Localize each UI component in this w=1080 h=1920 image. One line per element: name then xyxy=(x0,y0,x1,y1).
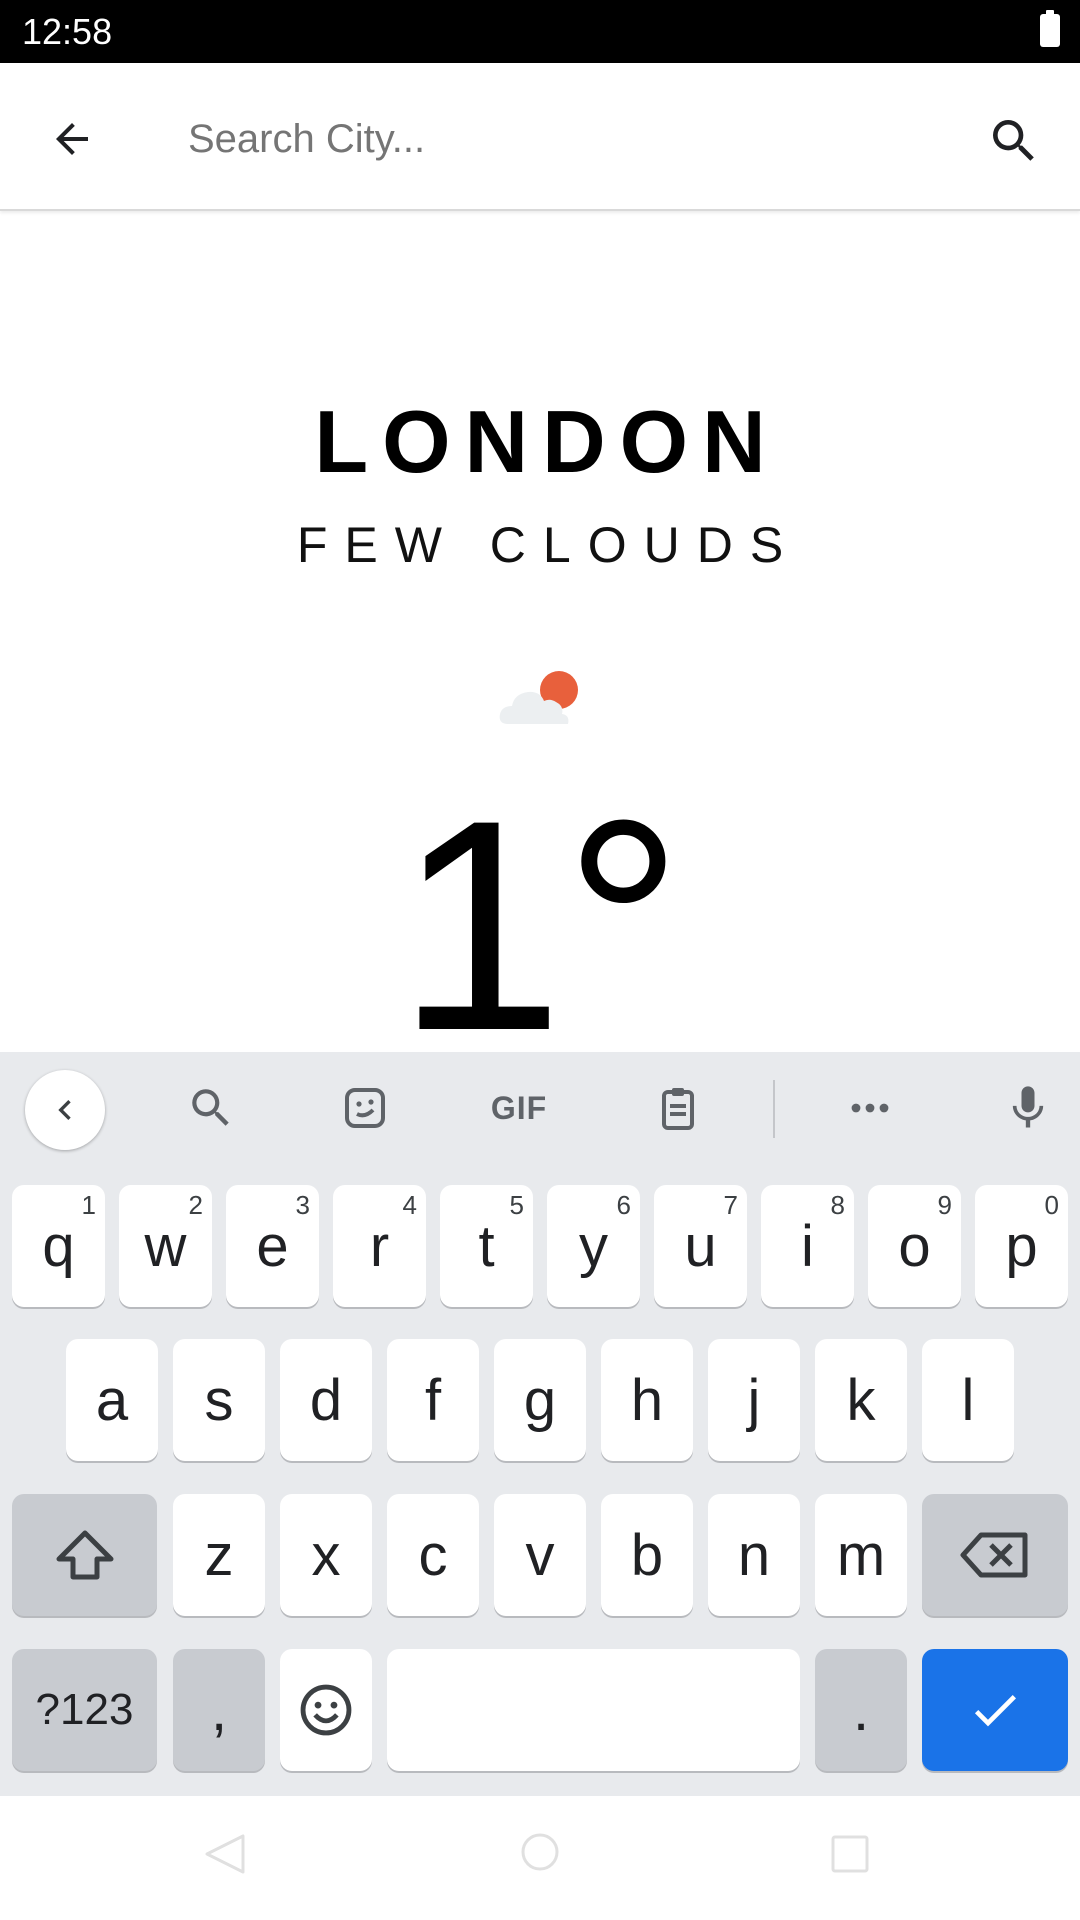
keyboard: GIF q1 w2 e3 r4 t5 y6 u7 i 8 o 9 p 0 a s… xyxy=(0,1052,1080,1796)
shift-icon xyxy=(56,1530,113,1580)
backspace-key[interactable] xyxy=(922,1494,1068,1616)
emoji-key[interactable] xyxy=(280,1649,372,1771)
battery-icon xyxy=(1040,10,1060,47)
key-l[interactable]: l xyxy=(922,1339,1014,1461)
key-a[interactable]: a xyxy=(66,1339,158,1461)
comma-key[interactable]: , xyxy=(173,1649,265,1771)
key-label: u xyxy=(684,1213,717,1279)
gif-icon: GIF xyxy=(490,1089,548,1126)
key-v[interactable]: v xyxy=(494,1494,586,1616)
search-city-input[interactable] xyxy=(188,107,948,171)
nav-recents-icon[interactable] xyxy=(830,1834,870,1874)
key-p[interactable]: p0 xyxy=(975,1185,1068,1307)
nav-home-icon[interactable] xyxy=(520,1832,560,1872)
temperature: 1° xyxy=(396,757,684,1093)
search-icon xyxy=(192,1089,229,1126)
key-hint: 4 xyxy=(402,1190,417,1220)
key-t[interactable]: t5 xyxy=(440,1185,533,1307)
toolbar-collapse-button[interactable] xyxy=(25,1070,105,1150)
nav-back-icon[interactable] xyxy=(205,1834,245,1874)
key-label: p xyxy=(1005,1213,1038,1279)
key-n[interactable]: n xyxy=(708,1494,800,1616)
toolbar-divider xyxy=(773,1080,775,1138)
done-key[interactable] xyxy=(922,1649,1068,1771)
key-hint: 3 xyxy=(295,1190,310,1220)
key-f[interactable]: f xyxy=(387,1339,479,1461)
sticker-button[interactable] xyxy=(330,1080,400,1136)
key-hint: 0 xyxy=(1044,1190,1059,1220)
key-hint: 8 xyxy=(830,1190,845,1220)
key-label: y xyxy=(579,1213,608,1279)
key-i[interactable]: i8 xyxy=(761,1185,854,1307)
period-key[interactable]: . xyxy=(815,1649,907,1771)
key-label: o xyxy=(898,1213,931,1279)
key-g[interactable]: g xyxy=(494,1339,586,1461)
clipboard-button[interactable] xyxy=(643,1080,713,1136)
key-hint: 7 xyxy=(723,1190,738,1220)
key-s[interactable]: s xyxy=(173,1339,265,1461)
status-bar: 12:58 xyxy=(0,0,1080,63)
keyboard-search-button[interactable] xyxy=(176,1080,246,1136)
checkmark-icon xyxy=(974,1695,1016,1727)
arrow-back-icon xyxy=(56,123,88,155)
key-label: w xyxy=(144,1213,187,1279)
chevron-left-icon xyxy=(58,1100,71,1120)
clipboard-icon xyxy=(662,1088,694,1130)
key-q[interactable]: q1 xyxy=(12,1185,105,1307)
key-label: r xyxy=(369,1213,390,1279)
navigation-bar xyxy=(0,1796,1080,1920)
space-key[interactable] xyxy=(387,1649,800,1771)
emoji-icon xyxy=(300,1684,352,1736)
key-o[interactable]: o9 xyxy=(868,1185,961,1307)
key-e[interactable]: e3 xyxy=(226,1185,319,1307)
search-app-bar xyxy=(0,63,1080,211)
city-name: LONDON xyxy=(314,392,780,491)
key-label: q xyxy=(42,1213,75,1279)
mic-icon xyxy=(1012,1086,1044,1128)
search-button[interactable] xyxy=(978,105,1050,177)
more-button[interactable] xyxy=(835,1080,905,1136)
status-time: 12:58 xyxy=(22,11,113,52)
key-x[interactable]: x xyxy=(280,1494,372,1616)
backspace-icon xyxy=(960,1532,1028,1578)
back-button[interactable] xyxy=(40,107,104,171)
more-icon xyxy=(851,1103,889,1113)
key-d[interactable]: d xyxy=(280,1339,372,1461)
key-z[interactable]: z xyxy=(173,1494,265,1616)
key-label: i xyxy=(801,1213,814,1279)
key-w[interactable]: w2 xyxy=(119,1185,212,1307)
key-hint: 6 xyxy=(616,1190,631,1220)
key-m[interactable]: m xyxy=(815,1494,907,1616)
keyboard-toolbar: GIF xyxy=(0,1052,1080,1167)
key-u[interactable]: u7 xyxy=(654,1185,747,1307)
few-clouds-day-icon xyxy=(499,671,578,724)
key-b[interactable]: b xyxy=(601,1494,693,1616)
search-icon xyxy=(993,120,1034,161)
key-y[interactable]: y6 xyxy=(547,1185,640,1307)
key-k[interactable]: k xyxy=(815,1339,907,1461)
key-hint: 9 xyxy=(937,1190,952,1220)
weather-condition: FEW CLOUDS xyxy=(296,517,801,573)
sticker-icon xyxy=(345,1088,385,1128)
key-hint: 1 xyxy=(81,1190,96,1220)
key-label: t xyxy=(478,1213,495,1279)
key-hint: 2 xyxy=(188,1190,203,1220)
symbols-key[interactable]: ?123 xyxy=(12,1649,157,1771)
key-h[interactable]: h xyxy=(601,1339,693,1461)
key-c[interactable]: c xyxy=(387,1494,479,1616)
shift-key[interactable] xyxy=(12,1494,157,1616)
key-hint: 5 xyxy=(509,1190,524,1220)
key-j[interactable]: j xyxy=(708,1339,800,1461)
key-label: e xyxy=(256,1213,289,1279)
gif-button[interactable]: GIF xyxy=(484,1080,554,1136)
key-r[interactable]: r4 xyxy=(333,1185,426,1307)
voice-input-button[interactable] xyxy=(993,1080,1063,1136)
